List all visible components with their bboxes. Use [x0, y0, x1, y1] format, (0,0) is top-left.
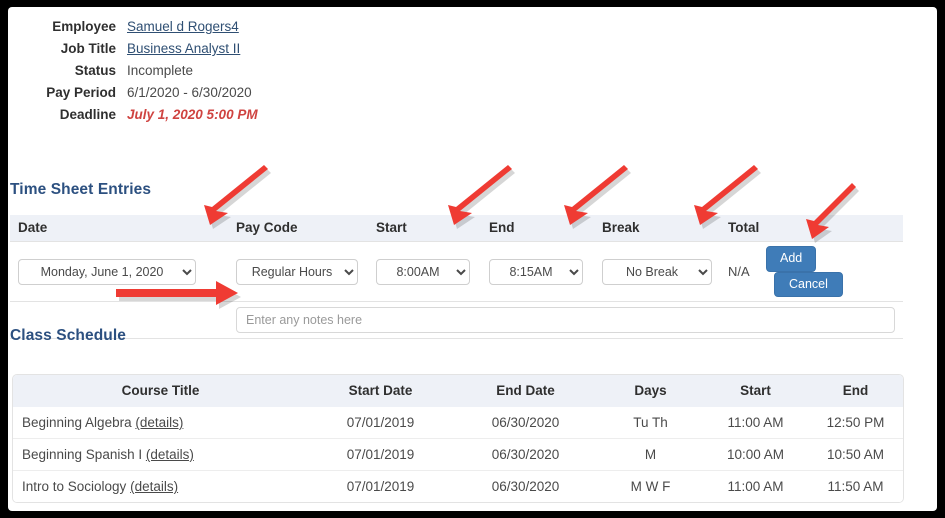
pay-code-select[interactable]: Regular Hours	[236, 259, 358, 285]
cell-class-start: 11:00 AM	[703, 407, 808, 439]
info-label-employee: Employee	[8, 16, 127, 38]
cell-days: Tu Th	[598, 407, 703, 439]
course-details-link[interactable]: (details)	[146, 447, 194, 462]
info-row-pay-period: Pay Period 6/1/2020 - 6/30/2020	[8, 82, 408, 104]
info-label-status: Status	[8, 60, 127, 82]
cell-days: M	[598, 439, 703, 471]
cell-start: 8:00AM	[368, 242, 481, 302]
time-sheet-entries-heading: Time Sheet Entries	[10, 181, 151, 199]
cell-class-start: 11:00 AM	[703, 471, 808, 503]
th-start: Start	[368, 215, 481, 242]
cell-class-end: 10:50 AM	[808, 439, 903, 471]
cell-notes	[228, 302, 903, 339]
th-days: Days	[598, 375, 703, 407]
screenshot-frame: Employee Samuel d Rogers4 Job Title Busi…	[0, 0, 945, 518]
info-label-pay-period: Pay Period	[8, 82, 127, 104]
cell-end-date: 06/30/2020	[453, 471, 598, 503]
table-row: Beginning Algebra (details) 07/01/2019 0…	[13, 407, 903, 439]
table-row: Beginning Spanish I (details) 07/01/2019…	[13, 439, 903, 471]
th-start-date: Start Date	[308, 375, 453, 407]
cell-pay-code: Regular Hours	[228, 242, 368, 302]
info-label-job-title: Job Title	[8, 38, 127, 60]
pay-period-value: 6/1/2020 - 6/30/2020	[127, 82, 252, 104]
cell-course-title: Intro to Sociology (details)	[13, 471, 308, 503]
cancel-button[interactable]: Cancel	[774, 272, 843, 298]
cell-course-title: Beginning Spanish I (details)	[13, 439, 308, 471]
th-actions	[764, 215, 903, 242]
table-row: Intro to Sociology (details) 07/01/2019 …	[13, 471, 903, 503]
course-title-text: Beginning Algebra	[22, 415, 132, 430]
cell-end: 8:15AM	[481, 242, 594, 302]
class-schedule-table: Course Title Start Date End Date Days St…	[13, 375, 903, 502]
cell-class-start: 10:00 AM	[703, 439, 808, 471]
th-class-end: End	[808, 375, 903, 407]
th-break: Break	[594, 215, 720, 242]
info-row-employee: Employee Samuel d Rogers4	[8, 16, 408, 38]
class-schedule-table-wrapper: Course Title Start Date End Date Days St…	[12, 374, 904, 503]
page-canvas: Employee Samuel d Rogers4 Job Title Busi…	[8, 7, 937, 511]
total-value: N/A	[720, 242, 764, 302]
time-sheet-notes-row	[10, 302, 903, 339]
th-pay-code: Pay Code	[228, 215, 368, 242]
cell-end-date: 06/30/2020	[453, 407, 598, 439]
job-title-link[interactable]: Business Analyst II	[127, 38, 240, 60]
info-row-job-title: Job Title Business Analyst II	[8, 38, 408, 60]
deadline-value: July 1, 2020 5:00 PM	[127, 104, 258, 126]
th-end: End	[481, 215, 594, 242]
add-button[interactable]: Add	[766, 246, 816, 272]
cell-date: Monday, June 1, 2020	[10, 242, 228, 302]
cell-days: M W F	[598, 471, 703, 503]
cell-start-date: 07/01/2019	[308, 407, 453, 439]
course-details-link[interactable]: (details)	[135, 415, 183, 430]
time-sheet-entries-table: Date Pay Code Start End Break Total Mond…	[10, 215, 903, 339]
cell-actions: Add Cancel	[764, 242, 903, 302]
class-schedule-header-row: Course Title Start Date End Date Days St…	[13, 375, 903, 407]
cell-class-end: 12:50 PM	[808, 407, 903, 439]
course-details-link[interactable]: (details)	[130, 479, 178, 494]
class-schedule-heading: Class Schedule	[10, 327, 126, 345]
break-select[interactable]: No Break	[602, 259, 712, 285]
course-title-text: Beginning Spanish I	[22, 447, 142, 462]
date-select[interactable]: Monday, June 1, 2020	[18, 259, 196, 285]
cell-end-date: 06/30/2020	[453, 439, 598, 471]
th-course-title: Course Title	[13, 375, 308, 407]
cell-class-end: 11:50 AM	[808, 471, 903, 503]
info-label-deadline: Deadline	[8, 104, 127, 126]
status-value: Incomplete	[127, 60, 193, 82]
th-date: Date	[10, 215, 228, 242]
end-time-select[interactable]: 8:15AM	[489, 259, 583, 285]
start-time-select[interactable]: 8:00AM	[376, 259, 470, 285]
th-total: Total	[720, 215, 764, 242]
cell-start-date: 07/01/2019	[308, 439, 453, 471]
info-row-status: Status Incomplete	[8, 60, 408, 82]
th-end-date: End Date	[453, 375, 598, 407]
employee-info-block: Employee Samuel d Rogers4 Job Title Busi…	[8, 16, 408, 126]
cell-break: No Break	[594, 242, 720, 302]
time-sheet-header-row: Date Pay Code Start End Break Total	[10, 215, 903, 242]
th-class-start: Start	[703, 375, 808, 407]
cell-course-title: Beginning Algebra (details)	[13, 407, 308, 439]
course-title-text: Intro to Sociology	[22, 479, 126, 494]
notes-input[interactable]	[236, 307, 895, 333]
employee-name-link[interactable]: Samuel d Rogers4	[127, 16, 239, 38]
cell-start-date: 07/01/2019	[308, 471, 453, 503]
time-sheet-entry-row: Monday, June 1, 2020 Regular Hours 8:00A…	[10, 242, 903, 302]
info-row-deadline: Deadline July 1, 2020 5:00 PM	[8, 104, 408, 126]
